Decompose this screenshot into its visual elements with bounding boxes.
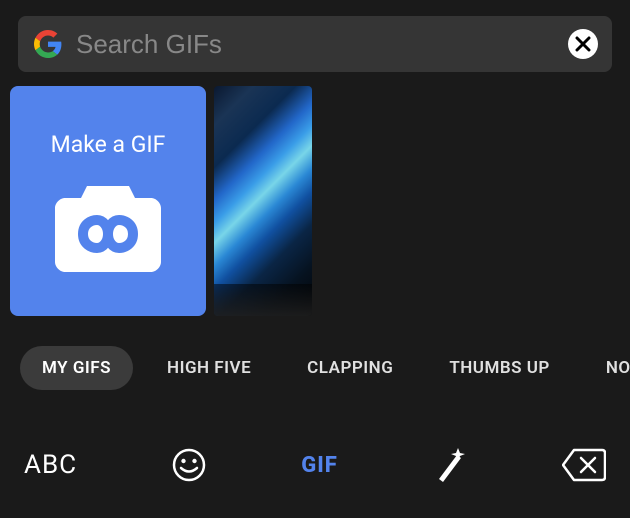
wand-icon (433, 445, 467, 485)
abc-keyboard-button[interactable]: ABC (24, 450, 77, 480)
emoji-button[interactable] (172, 448, 206, 482)
google-logo-icon (32, 28, 64, 60)
gif-results-row: Make a GIF (0, 72, 630, 316)
sticker-button[interactable] (433, 445, 467, 485)
category-clapping[interactable]: CLAPPING (285, 346, 415, 390)
make-gif-tile[interactable]: Make a GIF (10, 86, 206, 316)
bottom-bar: ABC GIF (0, 428, 630, 502)
camera-infinity-icon (55, 182, 161, 272)
gif-thumbnail[interactable] (214, 86, 312, 316)
search-bar[interactable] (18, 16, 612, 72)
smiley-icon (172, 448, 206, 482)
category-my-gifs[interactable]: MY GIFS (20, 346, 133, 390)
category-no[interactable]: NO (584, 346, 630, 390)
make-gif-label: Make a GIF (51, 131, 166, 158)
search-input[interactable] (64, 29, 568, 60)
gif-tab-button[interactable]: GIF (301, 453, 338, 478)
backspace-button[interactable] (562, 448, 606, 482)
category-row: MY GIFS HIGH FIVE CLAPPING THUMBS UP NO (0, 316, 630, 390)
clear-search-button[interactable] (568, 29, 598, 59)
category-thumbs-up[interactable]: THUMBS UP (427, 346, 572, 390)
backspace-icon (562, 448, 606, 482)
category-high-five[interactable]: HIGH FIVE (145, 346, 273, 390)
close-icon (575, 36, 591, 52)
